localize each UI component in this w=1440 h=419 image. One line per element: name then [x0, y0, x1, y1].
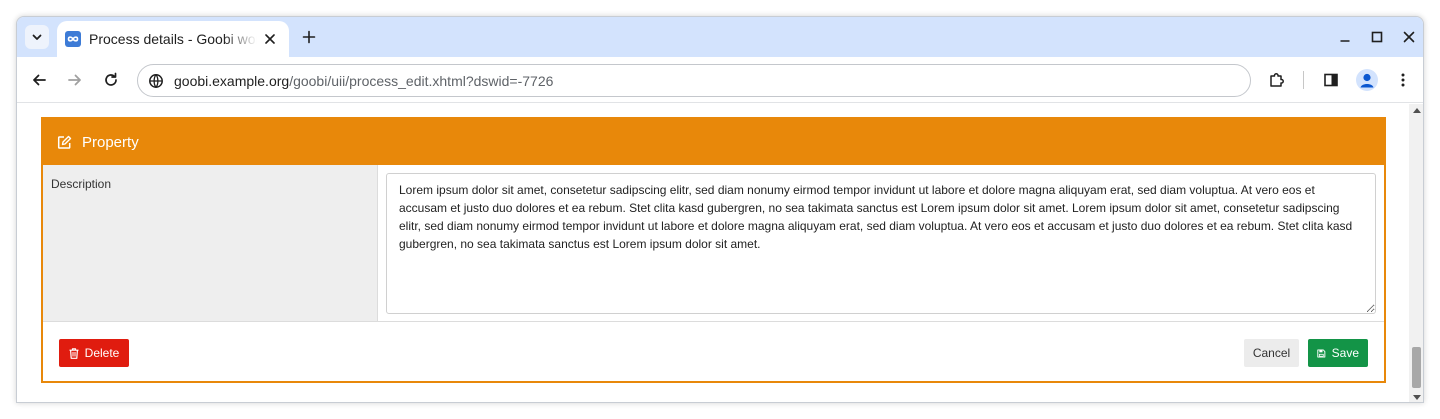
browser-toolbar: goobi.example.org/goobi/uii/process_edit… — [17, 57, 1423, 103]
plus-icon — [302, 30, 316, 44]
reload-button[interactable] — [99, 68, 123, 92]
tab-strip: Process details - Goobi workflow — [17, 17, 1423, 57]
maximize-icon — [1371, 31, 1383, 43]
url-path: /goobi/uii/process_edit.xhtml?dswid=-772… — [289, 72, 554, 89]
property-panel: Property Description Lorem ipsum dolor s… — [41, 117, 1386, 383]
forward-button[interactable] — [63, 68, 87, 92]
infinity-icon — [65, 31, 81, 47]
menu-button[interactable] — [1391, 68, 1415, 92]
panel-header: Property — [43, 119, 1384, 165]
back-button[interactable] — [27, 68, 51, 92]
side-panel-icon — [1324, 73, 1338, 87]
minimize-icon — [1340, 40, 1350, 42]
profile-icon — [1360, 73, 1374, 88]
edit-icon — [57, 135, 72, 149]
save-button-label: Save — [1331, 346, 1359, 360]
browser-tab[interactable]: Process details - Goobi workflow — [57, 21, 289, 57]
profile-button[interactable] — [1356, 69, 1378, 91]
maximize-button[interactable] — [1367, 27, 1387, 47]
scroll-up-arrow[interactable] — [1413, 108, 1421, 113]
property-row: Description Lorem ipsum dolor sit amet, … — [43, 165, 1384, 322]
arrow-right-icon — [68, 74, 81, 86]
floppy-disk-icon — [1317, 348, 1326, 358]
scroll-down-arrow[interactable] — [1413, 395, 1421, 400]
delete-button[interactable]: Delete — [59, 339, 129, 367]
description-field-wrapper: Lorem ipsum dolor sit amet, consetetur s… — [386, 173, 1376, 314]
puzzle-icon — [1270, 73, 1284, 87]
minimize-button[interactable] — [1335, 27, 1355, 47]
trash-icon — [69, 347, 79, 359]
description-label: Description — [43, 165, 378, 321]
new-tab-button[interactable] — [299, 27, 319, 47]
page-viewport: Property Description Lorem ipsum dolor s… — [17, 104, 1409, 402]
address-bar[interactable]: goobi.example.org/goobi/uii/process_edit… — [137, 64, 1251, 97]
panel-footer: Delete Cancel Save — [43, 323, 1384, 383]
panel-title: Property — [82, 133, 139, 151]
close-window-button[interactable] — [1399, 27, 1419, 47]
delete-button-label: Delete — [84, 346, 120, 360]
url-text: goobi.example.org/goobi/uii/process_edit… — [174, 73, 553, 89]
tab-title: Process details - Goobi workflow — [89, 31, 257, 47]
reload-icon — [105, 72, 117, 86]
description-textarea[interactable]: Lorem ipsum dolor sit amet, consetetur s… — [386, 173, 1376, 314]
scrollbar-thumb[interactable] — [1412, 347, 1421, 388]
tab-search-button[interactable] — [25, 25, 49, 49]
page-scrollbar[interactable] — [1409, 104, 1423, 402]
tab-close-button[interactable] — [261, 30, 279, 48]
close-icon — [265, 34, 275, 44]
extensions-button[interactable] — [1265, 68, 1289, 92]
toolbar-separator — [1303, 71, 1304, 89]
chevron-down-icon — [32, 34, 42, 40]
close-icon — [1403, 31, 1415, 43]
side-panel-button[interactable] — [1319, 68, 1343, 92]
url-host: goobi.example.org — [174, 72, 290, 89]
cancel-button-label: Cancel — [1252, 346, 1291, 360]
cancel-button[interactable]: Cancel — [1244, 339, 1299, 367]
save-button[interactable]: Save — [1308, 339, 1368, 367]
kebab-menu-icon — [1401, 73, 1405, 87]
arrow-left-icon — [33, 74, 46, 86]
browser-window: Process details - Goobi workflow — [16, 16, 1424, 403]
site-info-icon — [149, 73, 163, 88]
